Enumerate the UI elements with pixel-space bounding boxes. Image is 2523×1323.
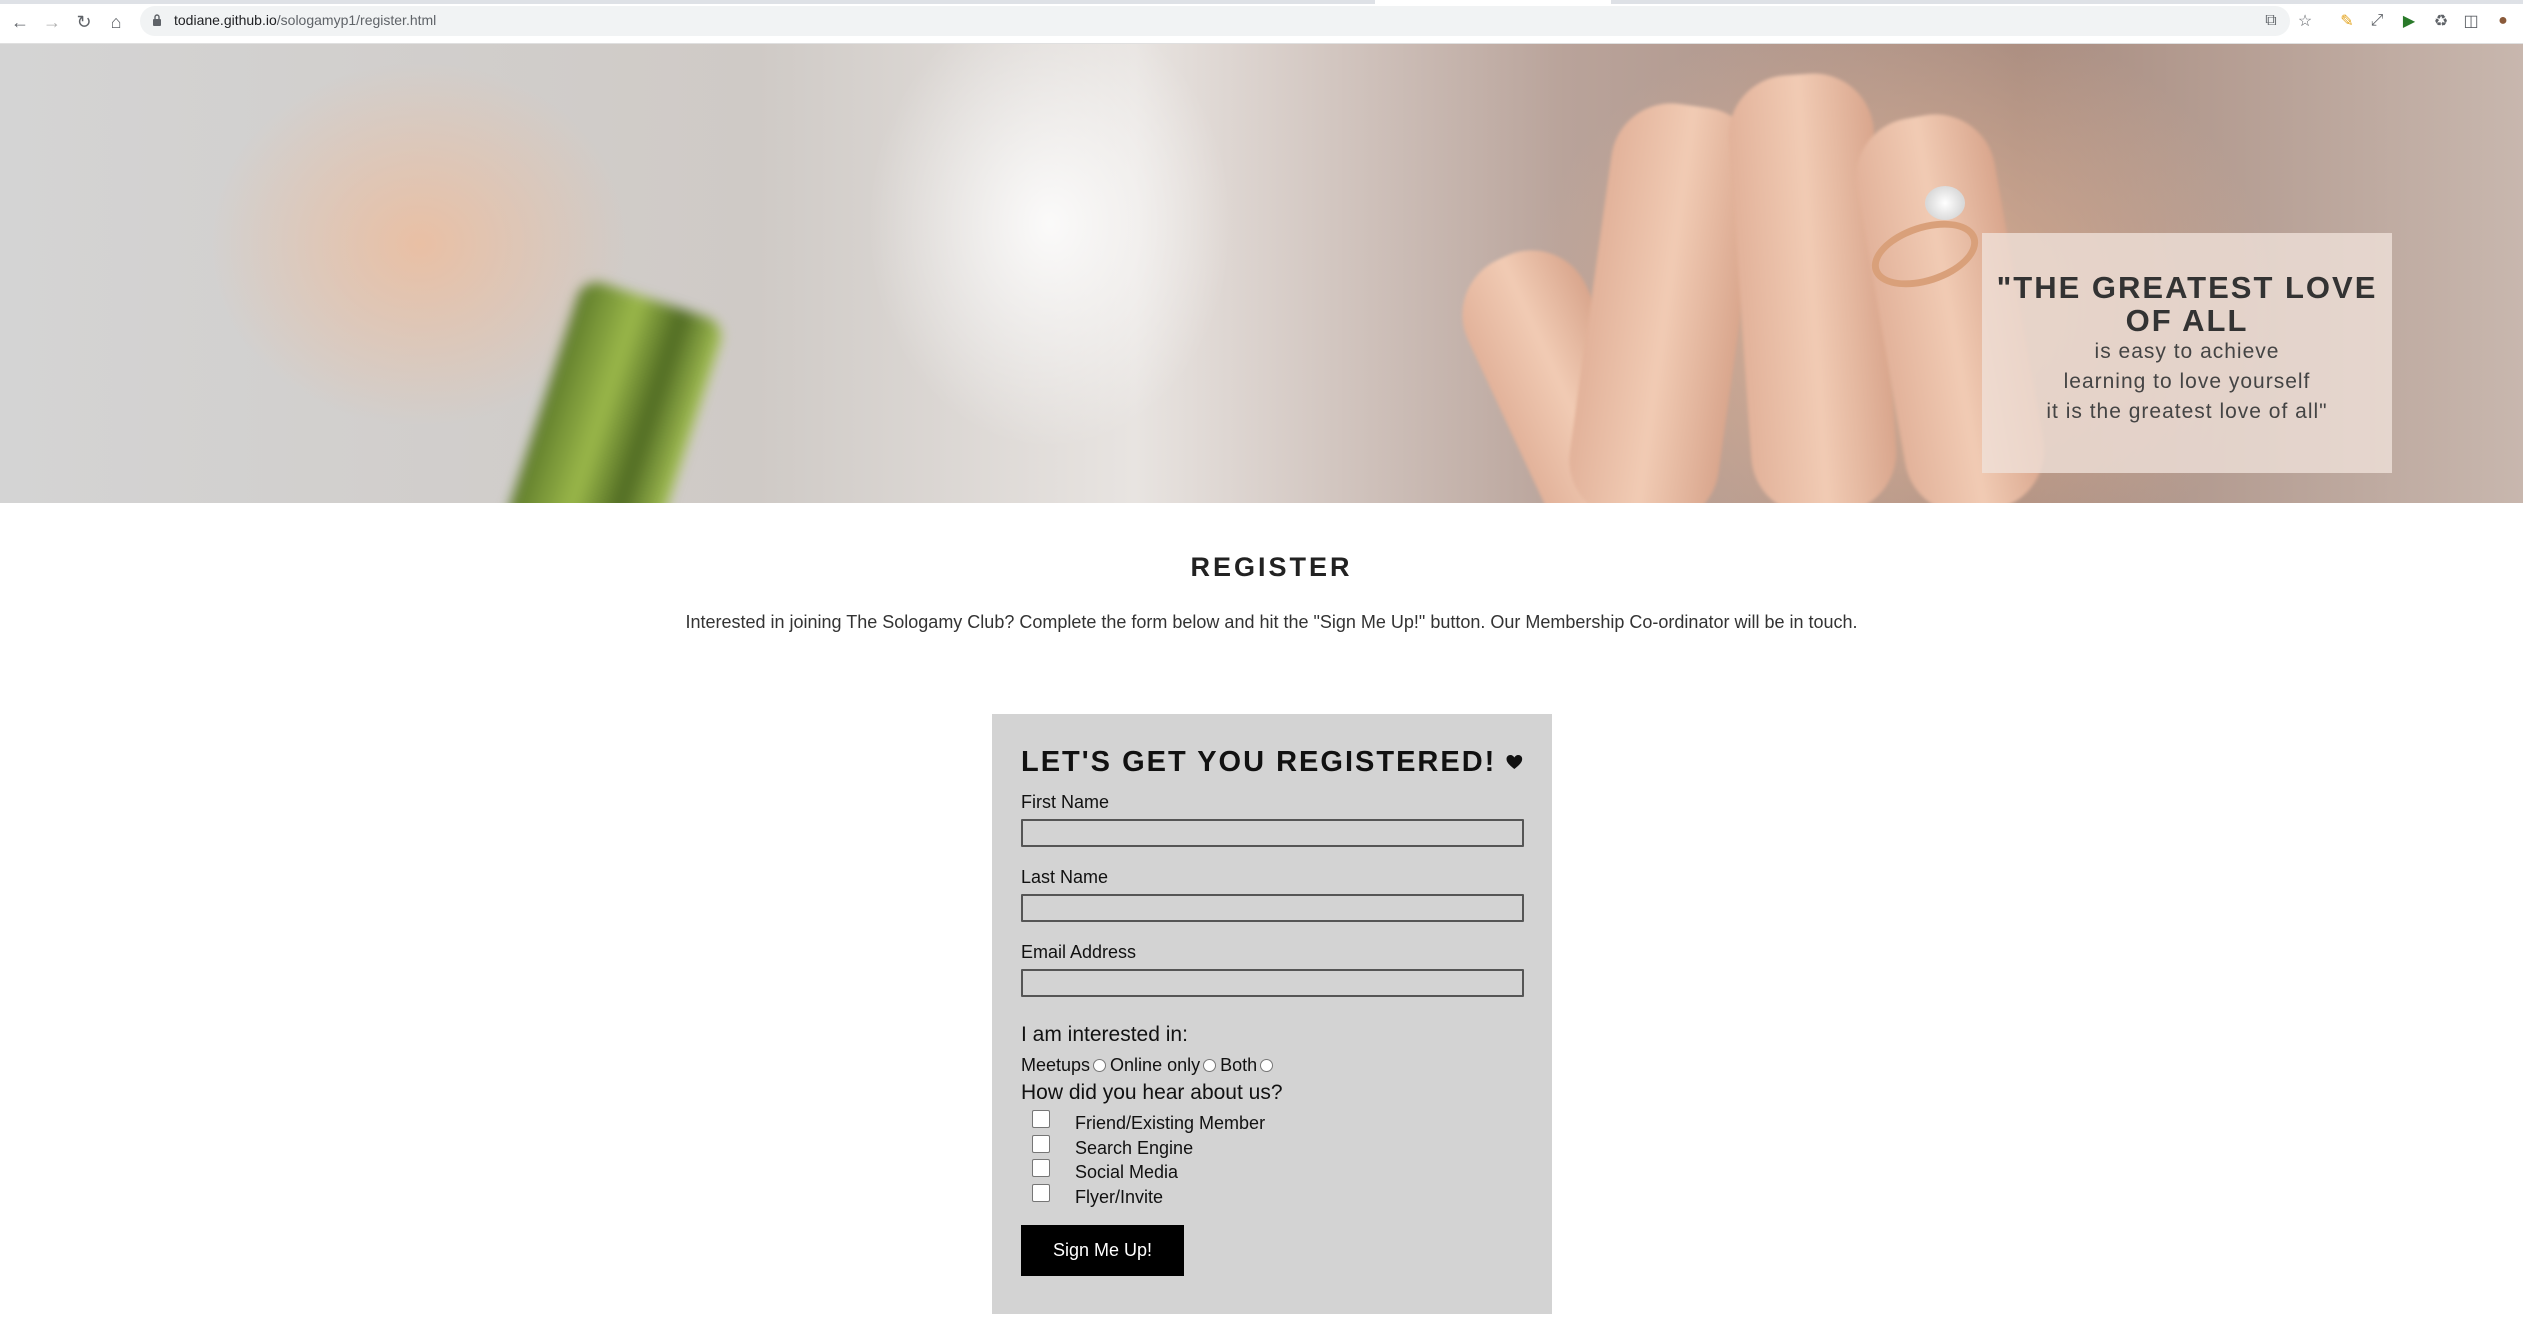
radio-label-meetups: Meetups (1021, 1054, 1091, 1075)
back-icon[interactable]: ← (8, 10, 32, 34)
quote-title: "THE GREATEST LOVE OF ALL (1996, 270, 2378, 338)
flower-stem-image (503, 277, 727, 503)
checkbox-search-engine[interactable] (1032, 1134, 1050, 1153)
radio-label-both: Both (1220, 1054, 1258, 1075)
radio-both[interactable] (1260, 1058, 1274, 1072)
first-name-field[interactable] (1021, 819, 1524, 847)
active-tab-indicator (1375, 0, 1611, 4)
side-panel-icon[interactable]: ◫ (2460, 10, 2482, 32)
quote-line: it is the greatest love of all" (2046, 400, 2328, 423)
extension-play-icon[interactable]: ▶ (2398, 10, 2420, 32)
checkbox-friend[interactable] (1032, 1110, 1050, 1128)
registration-form: LET'S GET YOU REGISTERED! First Name Las… (992, 714, 1552, 1314)
first-name-label: First Name (1021, 792, 1110, 812)
quote-box: "THE GREATEST LOVE OF ALL is easy to ach… (1982, 233, 2392, 473)
bookmark-star-icon[interactable]: ☆ (2294, 10, 2316, 32)
sign-me-up-button[interactable]: Sign Me Up! (1021, 1225, 1184, 1276)
forward-icon[interactable]: → (40, 10, 64, 34)
home-icon[interactable]: ⌂ (104, 10, 128, 34)
heart-icon (1506, 754, 1523, 770)
page-title: REGISTER (1190, 552, 1353, 582)
url-path: /sologamyp1/register.html (276, 12, 437, 28)
quote-line: learning to love yourself (2063, 370, 2311, 393)
last-name-label: Last Name (1021, 867, 1109, 887)
interest-label: I am interested in: (1021, 1023, 1188, 1046)
address-bar[interactable] (140, 6, 2290, 36)
form-heading: LET'S GET YOU REGISTERED! (1021, 742, 1523, 782)
email-label: Email Address (1021, 942, 1137, 962)
checkbox-label-search-engine: Search Engine (1075, 1137, 1194, 1158)
profile-avatar-icon[interactable]: ● (2492, 10, 2514, 32)
checkbox-label-friend: Friend/Existing Member (1075, 1113, 1266, 1133)
checkbox-row-search-engine: Search Engine (1021, 1134, 1523, 1159)
interest-radio-group: Meetups Online only Both (1021, 1053, 1523, 1077)
checkbox-label-social-media: Social Media (1075, 1162, 1179, 1182)
reload-icon[interactable]: ↻ (72, 10, 96, 34)
tab-strip (0, 0, 2523, 4)
last-name-field[interactable] (1021, 894, 1524, 922)
extensions-puzzle-icon[interactable]: ♻ (2430, 10, 2452, 32)
radio-label-online-only: Online only (1110, 1054, 1201, 1075)
diamond-image (1925, 186, 1965, 220)
hero-banner: "THE GREATEST LOVE OF ALL is easy to ach… (0, 44, 2523, 503)
form-heading-text: LET'S GET YOU REGISTERED! (1021, 745, 1497, 778)
url-text[interactable]: todiane.github.io/sologamyp1/register.ht… (174, 12, 436, 28)
checkbox-row-flyer: Flyer/Invite (1021, 1183, 1523, 1208)
lock-icon (153, 14, 161, 26)
checkbox-flyer[interactable] (1032, 1183, 1050, 1202)
hear-about-label: How did you hear about us? (1021, 1081, 1283, 1104)
intro-text: Interested in joining The Sologamy Club?… (685, 612, 1858, 632)
checkbox-label-flyer: Flyer/Invite (1075, 1186, 1164, 1207)
checkbox-row-social-media: Social Media (1021, 1158, 1523, 1183)
radio-meetups[interactable] (1093, 1058, 1107, 1072)
extension-pen-icon[interactable]: ✎ (2336, 10, 2358, 32)
browser-toolbar: ← → ↻ ⌂ todiane.github.io/sologamyp1/reg… (0, 0, 2523, 44)
share-icon[interactable]: ⧉ (2260, 10, 2282, 32)
radio-online-only[interactable] (1203, 1058, 1217, 1072)
checkbox-row-friend: Friend/Existing Member (1021, 1109, 1523, 1134)
quote-line: is easy to achieve (2094, 340, 2280, 363)
checkbox-social-media[interactable] (1032, 1159, 1050, 1177)
email-field[interactable] (1021, 969, 1524, 997)
url-host: todiane.github.io (174, 12, 277, 28)
fullscreen-icon[interactable]: ⤢ (2366, 10, 2388, 32)
